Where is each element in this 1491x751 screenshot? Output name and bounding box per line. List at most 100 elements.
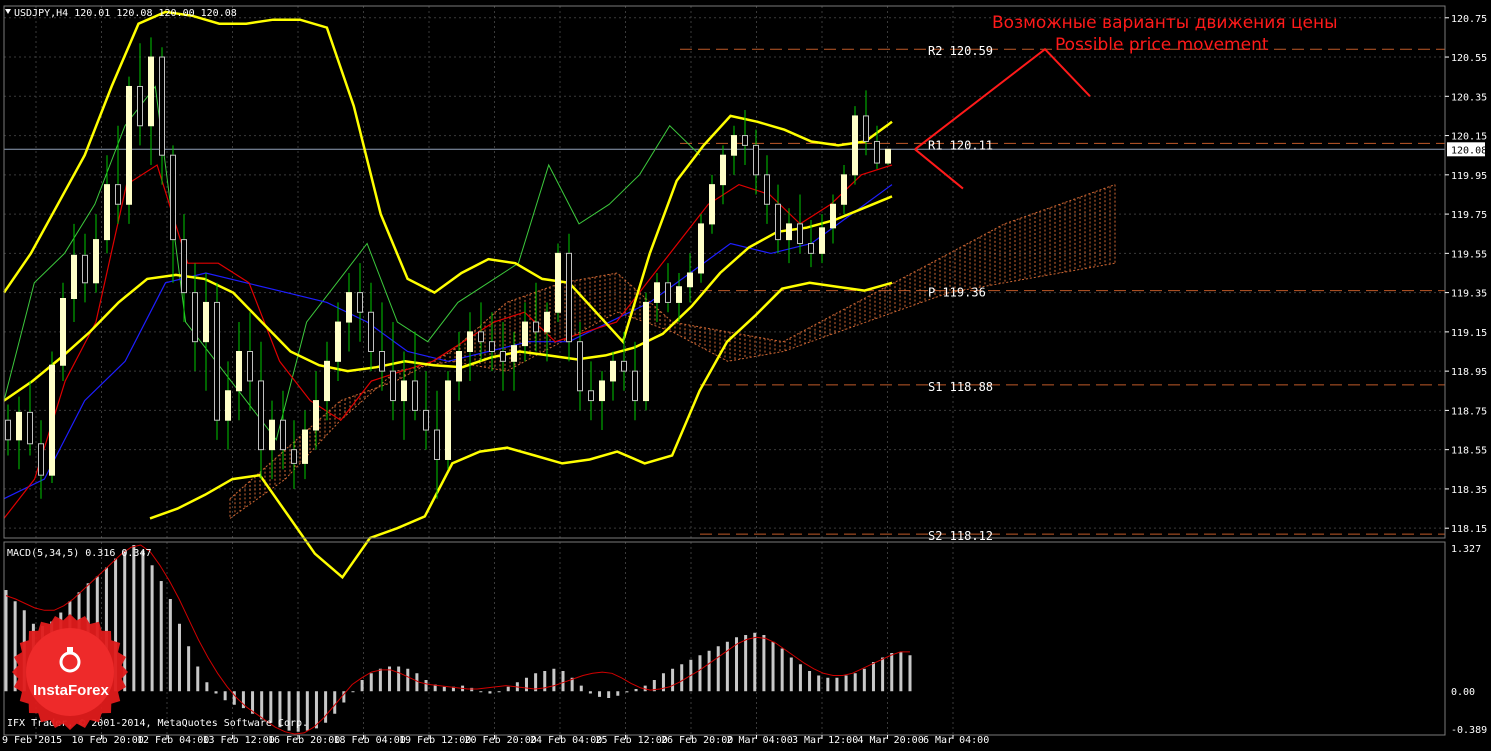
- candle-body: [797, 223, 803, 245]
- chart-canvas[interactable]: R2 120.59 R1 120.11 P 119.36 S1 118.88 S2 11…: [0, 0, 1491, 747]
- pivot-label-R1: R1 120.11: [928, 138, 993, 152]
- macd-bar: [360, 680, 364, 692]
- forecast-up-path: [914, 47, 1091, 151]
- candle-body: [225, 390, 231, 421]
- y-tick-label: 120.55: [1451, 53, 1487, 64]
- candle-body: [313, 400, 319, 431]
- macd-bar: [187, 646, 191, 692]
- macd-bar: [442, 686, 446, 692]
- chart-window[interactable]: R2 120.59 R1 120.11 P 119.36 S1 118.88 S2 11…: [0, 0, 1491, 747]
- annotation-title-ru: Возможные варианты движения цены: [992, 13, 1338, 33]
- candle-body: [874, 140, 880, 164]
- macd-y-tick-label: 1.327: [1451, 544, 1481, 555]
- candle-body: [16, 411, 22, 441]
- macd-bar: [899, 651, 903, 692]
- candle-body: [852, 115, 858, 176]
- macd-bar: [150, 565, 154, 692]
- candle-body: [434, 429, 440, 460]
- candle-body: [335, 321, 341, 362]
- axes: [3, 5, 1449, 739]
- macd-bar: [908, 655, 912, 692]
- candles[interactable]: [5, 37, 891, 499]
- candle-body: [588, 390, 594, 402]
- dropdown-triangle-icon: [5, 9, 11, 14]
- macd-bar: [506, 686, 510, 692]
- candle-body: [522, 321, 528, 347]
- candle-body: [38, 443, 44, 476]
- candle-body: [71, 254, 77, 300]
- macd-bar: [205, 682, 209, 692]
- y-tick-label: 119.95: [1451, 171, 1487, 182]
- macd-bar: [853, 673, 857, 692]
- candle-body: [687, 272, 693, 288]
- macd-bar: [625, 691, 629, 693]
- candle-body: [731, 135, 737, 156]
- candle-body: [126, 85, 132, 205]
- candle-body: [511, 345, 517, 362]
- macd-bar: [260, 691, 264, 720]
- macd-bar: [817, 675, 821, 692]
- macd-bar: [369, 673, 373, 692]
- macd-bar: [132, 545, 136, 692]
- candle-body: [775, 203, 781, 241]
- candle-body: [720, 154, 726, 186]
- x-tick-label: 2 Mar 04:00: [727, 735, 793, 746]
- macd-bar: [588, 691, 592, 694]
- macd-bar: [826, 677, 830, 692]
- x-tick-label: 6 Mar 04:00: [923, 735, 989, 746]
- candle-body: [115, 184, 121, 205]
- candle-body: [390, 370, 396, 402]
- macd-bar: [798, 664, 802, 692]
- candle-body: [863, 115, 869, 142]
- macd-bar: [351, 691, 355, 693]
- candle-body: [632, 370, 638, 402]
- y-tick-label: 118.35: [1451, 485, 1487, 496]
- macd-bar: [406, 668, 410, 692]
- y-tick-label: 119.75: [1451, 210, 1487, 221]
- y-tick-label: 119.35: [1451, 289, 1487, 300]
- candle-body: [137, 85, 143, 127]
- grid: [4, 6, 1445, 735]
- candle-body: [181, 239, 187, 294]
- logo-gear-tooth-icon: [67, 647, 73, 653]
- x-tick-label: 13 Feb 12:00: [203, 735, 275, 746]
- forecast-arrows: [914, 47, 1091, 190]
- ichimoku-cloud: [229, 184, 1116, 519]
- candle-body: [841, 174, 847, 205]
- annotation-title-en: Possible price movement: [1055, 35, 1269, 55]
- candle-body: [544, 311, 550, 333]
- x-tick-label: 4 Mar 20:00: [858, 735, 924, 746]
- macd-bar: [168, 599, 172, 692]
- macd-bar: [671, 668, 675, 692]
- x-tick-label: 24 Feb 04:00: [530, 735, 602, 746]
- macd-label: MACD(5,34,5) 0.316 0.347: [7, 548, 152, 559]
- macd-bar: [415, 673, 419, 692]
- macd-bar: [725, 641, 729, 692]
- macd-bar: [324, 691, 328, 723]
- pivot-label-P: P 119.36: [928, 286, 986, 300]
- macd-bar: [744, 635, 748, 692]
- macd-bar: [378, 668, 382, 692]
- macd-frame: [3, 541, 1446, 736]
- macd-bar: [223, 691, 227, 701]
- macd-bar: [844, 675, 848, 692]
- macd-bar: [488, 691, 492, 694]
- macd-bar: [707, 650, 711, 692]
- x-tick-label: 25 Feb 12:00: [596, 735, 668, 746]
- pivot-label-R2: R2 120.59: [928, 44, 993, 58]
- macd-bar: [524, 677, 528, 692]
- macd-bar: [698, 655, 702, 692]
- candle-body: [643, 301, 649, 402]
- x-tick-label: 20 Feb 20:00: [465, 735, 537, 746]
- candle-body: [665, 282, 671, 303]
- candle-body: [379, 351, 385, 372]
- candle-body: [27, 411, 33, 445]
- macd-bar: [177, 623, 181, 692]
- x-tick-label: 10 Feb 20:00: [72, 735, 144, 746]
- candle-body: [357, 292, 363, 313]
- candle-body: [830, 203, 836, 229]
- macd-bar: [598, 691, 602, 697]
- candle-body: [698, 223, 704, 274]
- macd-bar: [789, 657, 793, 692]
- candle-body: [478, 331, 484, 343]
